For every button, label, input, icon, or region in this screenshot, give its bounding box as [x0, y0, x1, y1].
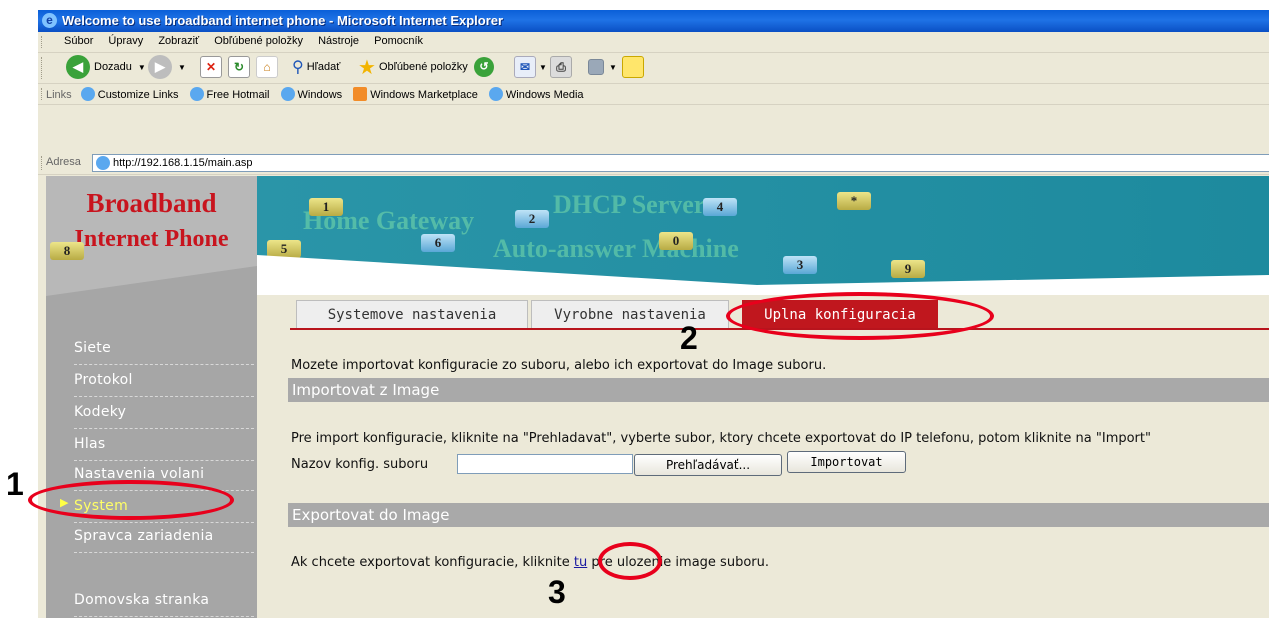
annotation-oval [726, 292, 994, 340]
address-url: http://192.168.1.15/main.asp [113, 157, 253, 169]
sidebar-item-protokol[interactable]: Protokol [74, 364, 254, 397]
keypad-key: * [837, 192, 871, 210]
address-label: Adresa [46, 156, 81, 168]
chevron-down-icon: ▼ [178, 62, 186, 72]
link-windows[interactable]: Windows [280, 87, 342, 101]
logo-line1: Broadband [86, 188, 217, 218]
menu-help[interactable]: Pomocník [374, 35, 423, 47]
address-bar: Adresa http://192.168.1.15/main.asp [38, 152, 1269, 175]
tab-systemove-nastavenia[interactable]: Systemove nastavenia [296, 300, 528, 329]
annotation-number: 2 [680, 320, 698, 356]
printer-icon: ⎙ [550, 56, 572, 78]
ie-page-icon [280, 87, 295, 101]
sidebar-item-kodeky[interactable]: Kodeky [74, 396, 254, 429]
annotation-oval [28, 480, 234, 520]
mail-icon: ✉ [514, 56, 536, 78]
intro-text: Mozete importovat konfiguracie zo suboru… [291, 358, 827, 373]
logo-wedge [46, 266, 257, 296]
history-icon: ↺ [474, 57, 494, 77]
toolbar-grip [41, 36, 44, 48]
export-section-header: Exportovat do Image [288, 503, 1269, 527]
print-button[interactable]: ⎙ [550, 53, 572, 81]
ie-icon: e [42, 13, 57, 28]
forward-button[interactable]: ▶ ▼ [148, 53, 186, 81]
title-bar: e Welcome to use broadband internet phon… [38, 10, 1269, 32]
sidebar-item-siete[interactable]: Siete [74, 332, 254, 365]
menu-tools[interactable]: Nástroje [318, 35, 359, 47]
windows-logo-icon [353, 87, 368, 101]
stop-button[interactable]: ✕ [200, 53, 222, 81]
annotation-oval [598, 542, 662, 580]
link-hotmail[interactable]: Free Hotmail [189, 87, 269, 101]
toolbar-grip [41, 156, 44, 170]
annotation-number: 3 [548, 574, 566, 610]
banner-wedge [257, 255, 1269, 295]
menu-edit[interactable]: Úpravy [108, 35, 143, 47]
chevron-down-icon: ▼ [137, 62, 146, 72]
export-text: Ak chcete exportovat konfiguracie, klikn… [291, 555, 769, 570]
forward-arrow-icon: ▶ [148, 55, 172, 79]
sidebar-item-domovska-stranka[interactable]: Domovska stranka [74, 584, 254, 617]
star-icon: ★ [358, 56, 376, 79]
edit-icon [588, 59, 604, 75]
mail-button[interactable]: ✉ ▼ [514, 53, 547, 81]
menu-bar: Súbor Úpravy Zobraziť Obľúbené položky N… [38, 32, 1269, 53]
chevron-down-icon: ▼ [539, 62, 547, 72]
home-icon: ⌂ [256, 56, 278, 78]
refresh-button[interactable]: ↻ [228, 53, 250, 81]
back-button[interactable]: ◀ Dozadu ▼ [66, 53, 146, 81]
export-link[interactable]: tu [574, 555, 587, 570]
favorites-button[interactable]: ★ Obľúbené položky [358, 53, 468, 81]
annotation-number: 1 [6, 466, 24, 502]
window-title: Welcome to use broadband internet phone … [62, 13, 504, 28]
search-icon: ⚲ [292, 59, 304, 76]
address-input[interactable]: http://192.168.1.15/main.asp [92, 154, 1269, 172]
ie-page-icon [96, 156, 110, 170]
import-button[interactable]: Importovat [787, 451, 906, 473]
toolbar-grip [41, 57, 44, 79]
note-button[interactable] [622, 53, 644, 81]
sidebar-item-hlas[interactable]: Hlas [74, 428, 254, 461]
ie-page-icon [488, 87, 503, 101]
link-windows-media[interactable]: Windows Media [488, 87, 584, 101]
keypad-key: 6 [421, 234, 455, 252]
sidebar-item-spravca-zariadenia[interactable]: Spravca zariadenia [74, 520, 254, 553]
search-label: Hľadať [306, 61, 341, 73]
menu-view[interactable]: Zobraziť [158, 35, 199, 47]
import-description: Pre import konfiguracie, kliknite na "Pr… [291, 431, 1151, 446]
menu-file[interactable]: Súbor [64, 35, 93, 47]
edit-button[interactable]: ▼ [588, 53, 617, 81]
ie-page-icon [80, 87, 95, 101]
keypad-key: 4 [703, 198, 737, 216]
banner-text: DHCP Server [553, 190, 706, 219]
stop-icon: ✕ [200, 56, 222, 78]
note-icon [622, 56, 644, 78]
toolbar-grip [41, 88, 44, 100]
back-arrow-icon: ◀ [66, 55, 90, 79]
back-label: Dozadu [94, 61, 132, 73]
logo: Broadband Internet Phone 8 [46, 176, 257, 296]
keypad-key: 8 [50, 242, 84, 260]
standard-toolbar: ◀ Dozadu ▼ ▶ ▼ ✕ ↻ ⌂ ⚲ Hľadať ★ Obľúbené… [38, 53, 1269, 84]
favorites-label: Obľúbené položky [378, 61, 468, 73]
search-button[interactable]: ⚲ Hľadať [292, 53, 340, 81]
chevron-down-icon: ▼ [609, 62, 617, 72]
links-label: Links [46, 89, 72, 101]
import-section-header: Importovat z Image [288, 378, 1269, 402]
file-input[interactable] [457, 454, 633, 474]
keypad-key: 2 [515, 210, 549, 228]
keypad-key: 1 [309, 198, 343, 216]
keypad-key: 0 [659, 232, 693, 250]
tab-vyrobne-nastavenia[interactable]: Vyrobne nastavenia [531, 300, 729, 329]
links-bar: Links Customize Links Free Hotmail Windo… [38, 84, 1269, 105]
ie-page-icon [189, 87, 204, 101]
menu-favorites[interactable]: Obľúbené položky [214, 35, 303, 47]
link-customize[interactable]: Customize Links [80, 87, 178, 101]
home-button[interactable]: ⌂ [256, 53, 278, 81]
refresh-icon: ↻ [228, 56, 250, 78]
file-label: Nazov konfig. suboru [291, 457, 429, 472]
link-marketplace[interactable]: Windows Marketplace [353, 87, 478, 101]
browse-button[interactable]: Prehľadávať... [634, 454, 782, 476]
history-button[interactable]: ↺ [474, 53, 494, 81]
